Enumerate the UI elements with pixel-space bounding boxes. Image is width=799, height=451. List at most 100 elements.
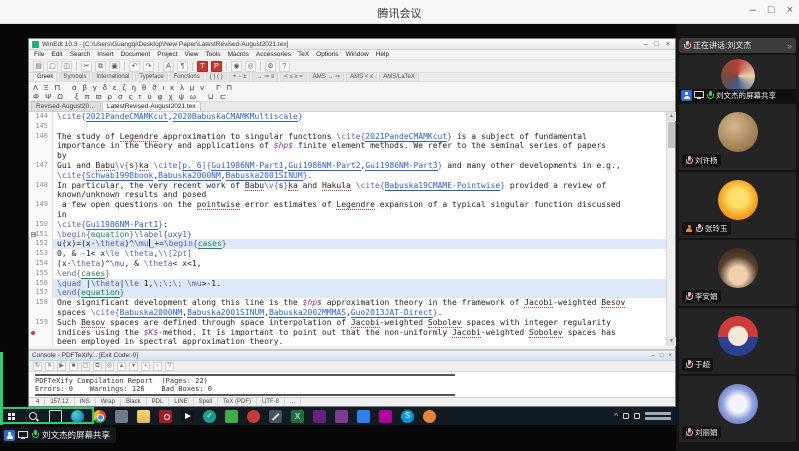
palette-tab-greek[interactable]: Greek <box>33 72 57 81</box>
sred-icon[interactable] <box>247 410 260 423</box>
console-toolbar-icon-10[interactable]: ▫ <box>153 362 162 371</box>
menu-tools[interactable]: Tools <box>205 51 220 58</box>
menu-project[interactable]: Project <box>157 51 177 58</box>
toolbar-icon-1[interactable]: ▢ <box>47 61 58 72</box>
editor-line[interactable]: indices using the $K$-method. It is impo… <box>29 328 675 338</box>
video-tile[interactable]: 刘许杨 <box>679 104 796 170</box>
palette-tab-[interactable]: { } ( ) <box>206 72 227 81</box>
editor-line[interactable]: 159Such Besov spaces are defined through… <box>29 318 675 328</box>
palette-tab-typeface[interactable]: Typeface <box>135 72 167 81</box>
greek-symbol-group[interactable]: ξ π ϖ ρ σ ς τ υ φ χ ψ ω <box>75 92 198 101</box>
toolbar-icon-5[interactable]: ⧉ <box>95 61 106 72</box>
video-tile[interactable]: 刘丽娟 <box>679 376 796 442</box>
gray-icon[interactable] <box>115 410 128 423</box>
editor-line[interactable]: 1530, & -1< x\le \theta,\\[2pt] <box>29 249 675 259</box>
console-toolbar-icon-1[interactable]: ✕ <box>45 362 54 371</box>
palette-tab-ams[interactable]: AMS → ⇒ <box>309 72 344 81</box>
editor-line[interactable]: 157\end{equation} <box>29 288 675 298</box>
video-tile[interactable]: 于超 <box>679 308 796 374</box>
editor-line[interactable]: 156\quad |\theta|\le 1,\;\;\; \mu>-1. <box>29 279 675 289</box>
winedt-minimize-button[interactable]: – <box>644 41 648 48</box>
editor-line[interactable]: importance in the theory and application… <box>29 141 675 151</box>
toolbar-icon-20[interactable]: ⚙ <box>265 61 276 72</box>
console-close-button[interactable]: × <box>668 353 672 359</box>
palette-tab-[interactable]: + − ± <box>229 72 251 81</box>
editor-line[interactable]: been employed in spectral approximation … <box>29 337 675 346</box>
palette-tab-functions[interactable]: Functions <box>170 72 204 81</box>
console-toolbar-icon-3[interactable]: ■ <box>69 362 78 371</box>
editor-line[interactable]: 158One significant development along thi… <box>29 298 675 308</box>
minimize-button[interactable]: – <box>750 4 756 16</box>
menu-help[interactable]: Help <box>376 51 389 58</box>
toolbar-icon-4[interactable]: ✂ <box>81 61 92 72</box>
sgreen-icon[interactable] <box>225 410 238 423</box>
editor-line[interactable]: known/unknown results and posed <box>29 190 675 200</box>
menu-accessories[interactable]: Accessories <box>256 51 291 58</box>
acrobat-icon[interactable] <box>159 410 172 423</box>
editor-line[interactable]: in <box>29 210 675 220</box>
doc-tab[interactable]: LatestRevised-August2021.tex <box>102 101 201 111</box>
editor-scrollbar[interactable]: ▲ ▼ <box>666 112 675 346</box>
toolbar-icon-21[interactable]: ? <box>279 61 290 72</box>
clock-area[interactable] <box>645 412 671 420</box>
maximize-button[interactable]: □ <box>768 4 775 16</box>
editor-line[interactable]: \cite{Schwab1998book,Babuska2000NM,Babus… <box>29 171 675 181</box>
toolbar-icon-12[interactable]: ¶ <box>177 61 188 72</box>
console-maximize-button[interactable]: □ <box>660 353 664 359</box>
fold-marker-icon[interactable] <box>31 232 36 237</box>
palette-tab-[interactable]: < ≤ ≥ ≈ <box>280 72 306 81</box>
editor-line[interactable]: 152u(x)=(x-\theta)^\mu_+=\begin{cases} <box>29 239 675 249</box>
greek-symbol-group[interactable]: α β γ δ ε ζ η θ ϑ ι κ λ μ ν <box>72 83 206 92</box>
video-tile[interactable]: 张玲玉 <box>679 172 796 238</box>
doc-tab[interactable]: Revised-August2021.tex <box>31 101 101 111</box>
palette-tab-international[interactable]: International <box>92 72 133 81</box>
greek-symbol-group[interactable]: Φ Ψ Ω <box>33 92 65 101</box>
winedt-titlebar[interactable]: WinEdt 10.3 - [C:\Users\Guangqi\Desktop\… <box>29 39 675 50</box>
toolbar-icon-11[interactable]: A <box>163 61 174 72</box>
vs-icon[interactable] <box>313 410 326 423</box>
check-icon[interactable]: ✓ <box>203 410 216 423</box>
console-toolbar-icon-0[interactable]: ↻ <box>33 362 42 371</box>
vs2-icon[interactable] <box>335 410 348 423</box>
console-minimize-button[interactable]: – <box>652 353 655 359</box>
bookmark-icon[interactable] <box>31 331 35 335</box>
editor-line[interactable]: 146The study of Legendre approximation t… <box>29 132 675 142</box>
collapse-sidebar-icon[interactable]: » <box>787 41 792 51</box>
toolbar-icon-0[interactable]: ▤ <box>33 61 44 72</box>
editor-line[interactable]: 154(x-\theta)^\mu, & \theta< x<1, <box>29 259 675 269</box>
toolbar-icon-14[interactable]: T <box>197 61 208 72</box>
greek-symbol-group[interactable]: Γ ⊓ <box>216 83 234 92</box>
chrome-icon[interactable] <box>93 410 106 423</box>
toolbar-icon-8[interactable]: ↶ <box>129 61 140 72</box>
menu-document[interactable]: Document <box>121 51 151 58</box>
console-toolbar-icon-4[interactable]: ▢ <box>81 362 90 371</box>
menu-macros[interactable]: Macros <box>228 51 249 58</box>
menu-search[interactable]: Search <box>70 51 91 58</box>
magenta-icon[interactable] <box>379 410 392 423</box>
winedt-close-button[interactable]: × <box>666 41 670 48</box>
menu-view[interactable]: View <box>184 51 198 58</box>
folder-icon[interactable] <box>137 410 150 423</box>
skype-icon[interactable]: S <box>401 410 414 423</box>
video-tile[interactable]: 李安娟 <box>679 240 796 306</box>
console-toolbar-icon-6[interactable]: ◎ <box>105 362 114 371</box>
editor-line[interactable]: 147Gui and Babu\v{s}ka \cite[p. 6]{Gui19… <box>29 161 675 171</box>
menu-edit[interactable]: Edit <box>51 51 62 58</box>
console-toolbar-icon-5[interactable]: ⧉ <box>93 362 102 371</box>
editor-line[interactable]: 150\cite{Gui1986NM-Part1}: <box>29 220 675 230</box>
scroll-down-icon[interactable]: ▼ <box>667 337 676 346</box>
editor-text-area[interactable]: 144\cite{2021PandeCMAMKcut,2020BabuskaCM… <box>29 112 675 346</box>
greek-symbol-group[interactable]: Λ Ξ Π <box>33 83 62 92</box>
scroll-up-icon[interactable]: ▲ <box>667 112 676 121</box>
toolbar-icon-6[interactable]: ▣ <box>109 61 120 72</box>
editor-line[interactable]: 151\begin{equation}\label{uxy1} <box>29 230 675 240</box>
toolbar-icon-17[interactable]: ◉ <box>231 61 242 72</box>
console-toolbar-icon-11[interactable]: ? <box>165 362 174 371</box>
menu-insert[interactable]: Insert <box>97 51 113 58</box>
tray-icon[interactable] <box>623 413 629 419</box>
play-icon[interactable] <box>181 410 194 423</box>
excel-icon[interactable]: X <box>291 410 304 423</box>
orange-icon[interactable] <box>423 410 436 423</box>
console-titlebar[interactable]: Console - PDFTeXify... [Exit Code: 0] – … <box>29 351 675 361</box>
menu-options[interactable]: Options <box>316 51 338 58</box>
